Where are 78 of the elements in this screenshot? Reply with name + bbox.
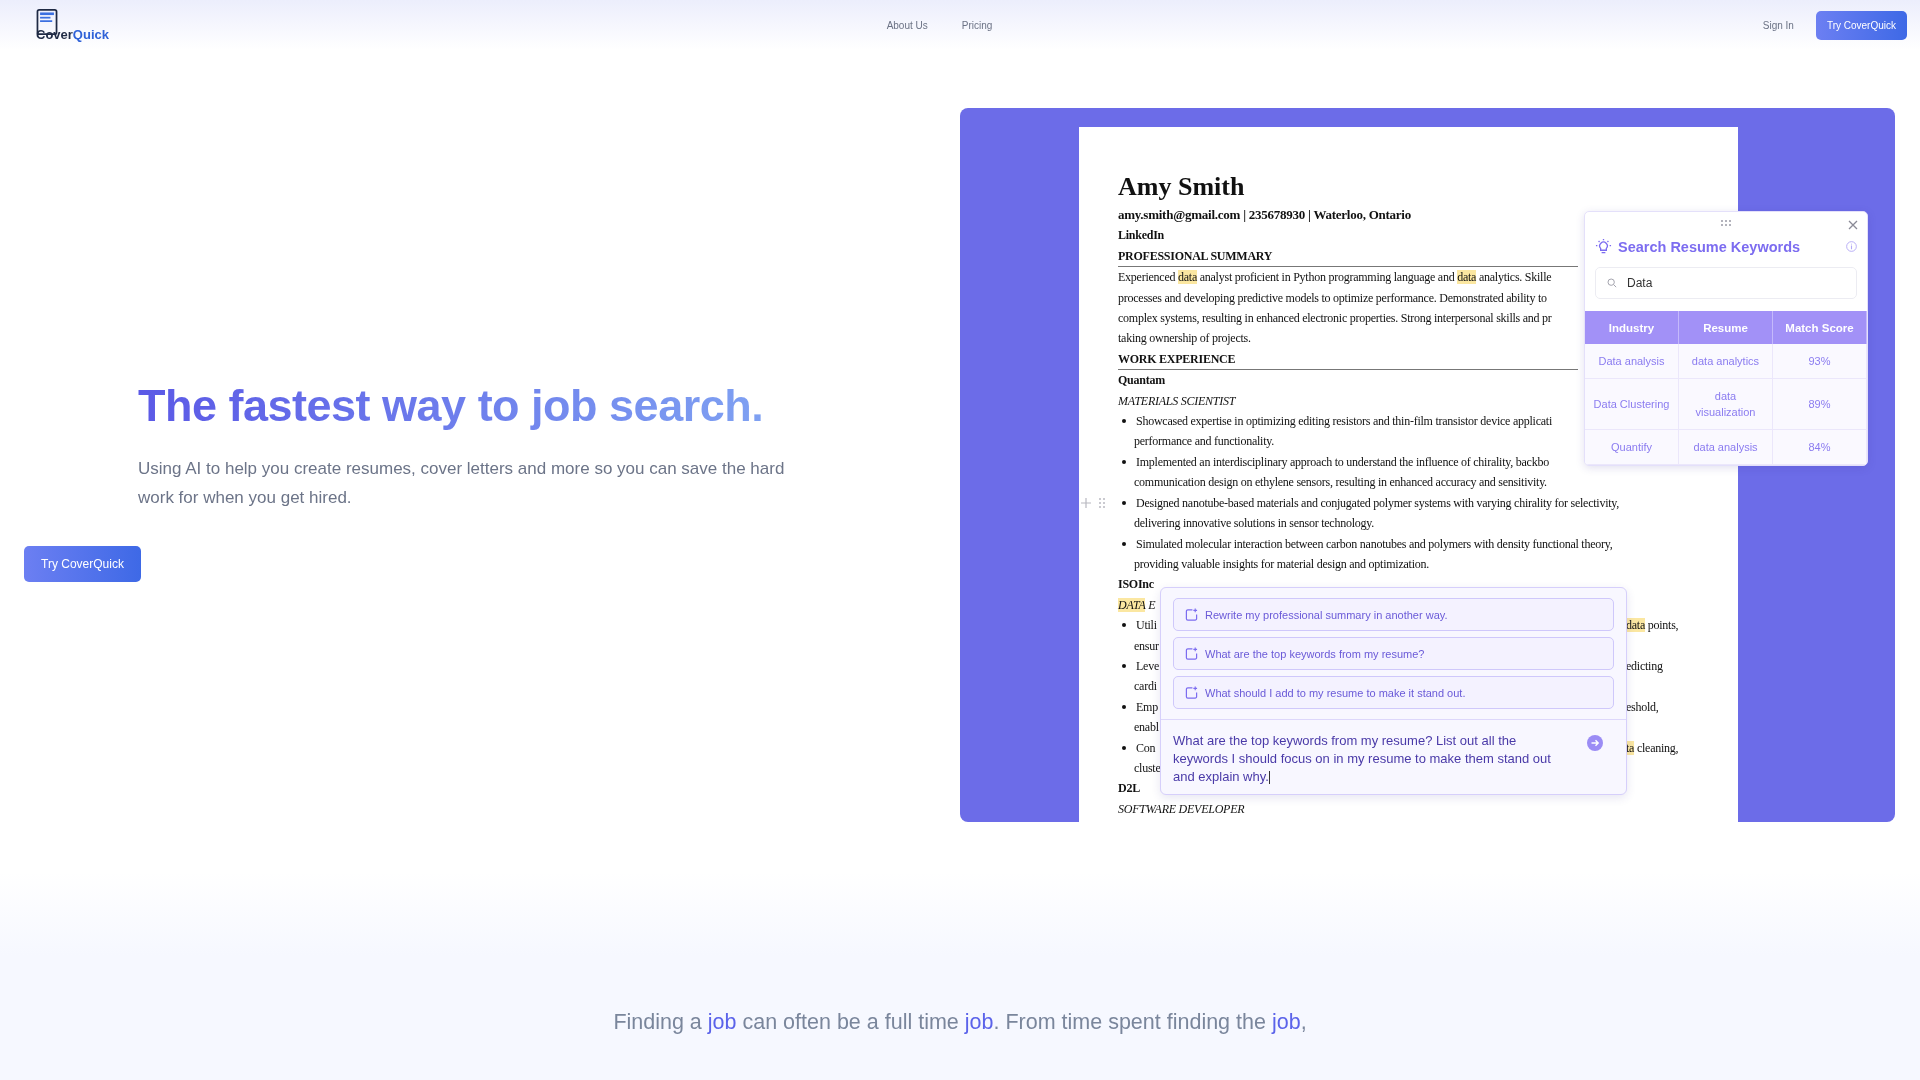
- search-field[interactable]: Data: [1595, 267, 1857, 299]
- table-cell: Data analysis: [1585, 344, 1679, 379]
- company-name: Quantam: [1118, 372, 1165, 390]
- bullet-text: Simulated molecular interaction between carbon nanotubes and polymers with density functional theory,: [1136, 535, 1613, 553]
- bullet-dot: [1122, 419, 1126, 424]
- bullet-text: ensur: [1134, 637, 1159, 655]
- bullet-text: enabl: [1134, 719, 1159, 737]
- table-cell: data visualization: [1679, 379, 1773, 430]
- job-title: SOFTWARE DEVELOPER: [1118, 800, 1245, 818]
- bullet-text: Designed nanotube-based materials and conjugated polymer systems with varying chirality for selectivity,: [1136, 494, 1620, 512]
- summary-text: taking ownership of projects.: [1118, 330, 1251, 348]
- company-name: D2L: [1118, 780, 1140, 798]
- table-cell: 89%: [1773, 379, 1867, 430]
- try-button[interactable]: Try CoverQuick: [1815, 10, 1907, 40]
- nav-link[interactable]: About Us: [886, 19, 928, 31]
- job-title: MATERIALS SCIENTIST: [1118, 392, 1236, 410]
- bullet-text: Showcased expertise in optimizing editing resistors and thin-film transistor device applicati: [1136, 413, 1552, 431]
- drag-handle-icon[interactable]: [1721, 220, 1731, 226]
- summary-text: Experienced data analyst proficient in Python programming language and data analytics. Skille: [1118, 269, 1552, 287]
- try-button[interactable]: Try CoverQuick: [24, 546, 141, 582]
- column-header: Industry: [1585, 311, 1679, 344]
- company-name: ISOInc: [1118, 576, 1154, 594]
- candidate-name: Amy Smith: [1118, 171, 1245, 203]
- sign-in-link[interactable]: Sign In: [1762, 19, 1794, 31]
- bullet-dot: [1122, 664, 1126, 669]
- bullet-dot: [1122, 460, 1126, 465]
- prompt-input[interactable]: What are the top keywords from my resume? List out all the keywords I should focus on in my resume to make them stand out and explain why.: [1173, 732, 1573, 786]
- suggestion-button[interactable]: What are the top keywords from my resume?: [1173, 637, 1614, 670]
- table-cell: data analytics: [1679, 344, 1773, 379]
- bullet-text: cardi: [1134, 678, 1157, 696]
- table-cell: 93%: [1773, 344, 1867, 379]
- close-icon[interactable]: [1848, 220, 1858, 230]
- hero-subtitle: Using AI to help you create resumes, cover letters and more so you can save the hard work for when you get hired.: [138, 458, 786, 509]
- suggestion-button[interactable]: What should I add to my resume to make it stand out.: [1173, 676, 1614, 709]
- summary-text: processes and developing predictive models to optimize performance. Demonstrated ability to: [1118, 289, 1547, 307]
- drag-handle-icon[interactable]: [1099, 497, 1105, 508]
- contact-line: LinkedIn: [1118, 227, 1165, 245]
- contact-line: amy.smith@gmail.com | 235678930 | Waterloo, Ontario: [1118, 206, 1411, 224]
- sparkle-note-icon: [1185, 686, 1198, 699]
- summary-text: complex systems, resulting in enhanced electronic properties. Strong interpersonal skills and pr: [1118, 310, 1552, 328]
- section-heading: WORK EXPERIENCE: [1118, 350, 1236, 368]
- column-header: Resume: [1679, 311, 1773, 344]
- bullet-text: Implemented an interdisciplinary approach to understand the influence of chirality, backbo: [1136, 453, 1549, 471]
- table-cell: Quantify: [1585, 430, 1679, 465]
- sparkle-note-icon: [1185, 608, 1198, 621]
- search-icon: [1607, 278, 1617, 288]
- section-heading: PROFESSIONAL SUMMARY: [1118, 247, 1273, 265]
- bullet-dot: [1122, 704, 1126, 709]
- job-title: DATA E: [1118, 596, 1156, 614]
- suggestion-button[interactable]: Rewrite my professional summary in another way.: [1173, 598, 1614, 631]
- sparkle-note-icon: [1185, 647, 1198, 660]
- table-cell: 84%: [1773, 430, 1867, 465]
- bullet-dot: [1122, 623, 1126, 628]
- bullet-text: edicting: [1626, 657, 1664, 675]
- bullet-text: Con: [1136, 739, 1156, 757]
- info-icon[interactable]: [1846, 241, 1857, 252]
- bullet-dot: [1122, 745, 1126, 750]
- column-header: Match Score: [1773, 311, 1867, 344]
- bullet-text: eshold,: [1626, 698, 1660, 716]
- bullet-text: cluste: [1134, 759, 1161, 777]
- bullet-dot: [1122, 541, 1126, 546]
- bullet-dot: [1122, 500, 1126, 505]
- table-cell: Data Clustering: [1585, 379, 1679, 430]
- bullet-text: performance and functionality.: [1134, 433, 1274, 451]
- intro-paragraph: Finding a job can often be a full time job. From time spent finding the job,: [613, 1010, 1307, 1036]
- plus-icon[interactable]: [1081, 497, 1091, 508]
- table-cell: data analysis: [1679, 430, 1773, 465]
- bullet-text: data points,: [1626, 617, 1680, 635]
- send-button[interactable]: [1587, 735, 1603, 751]
- bullet-text: Emp: [1136, 698, 1158, 716]
- nav-link[interactable]: Pricing: [961, 19, 993, 31]
- bullet-text: Utili: [1136, 617, 1157, 635]
- bullet-text: providing valuable insights for material design and optimization.: [1134, 555, 1430, 573]
- bullet-text: Leve: [1136, 657, 1159, 675]
- lightbulb-icon: [1595, 238, 1612, 255]
- bullet-text: communication design on ethylene sensors, resulting in enhanced accuracy and sensitivity.: [1134, 474, 1547, 492]
- panel-title: Search Resume Keywords: [1618, 238, 1802, 255]
- bullet-text: delivering innovative solutions in sensor technology.: [1134, 515, 1374, 533]
